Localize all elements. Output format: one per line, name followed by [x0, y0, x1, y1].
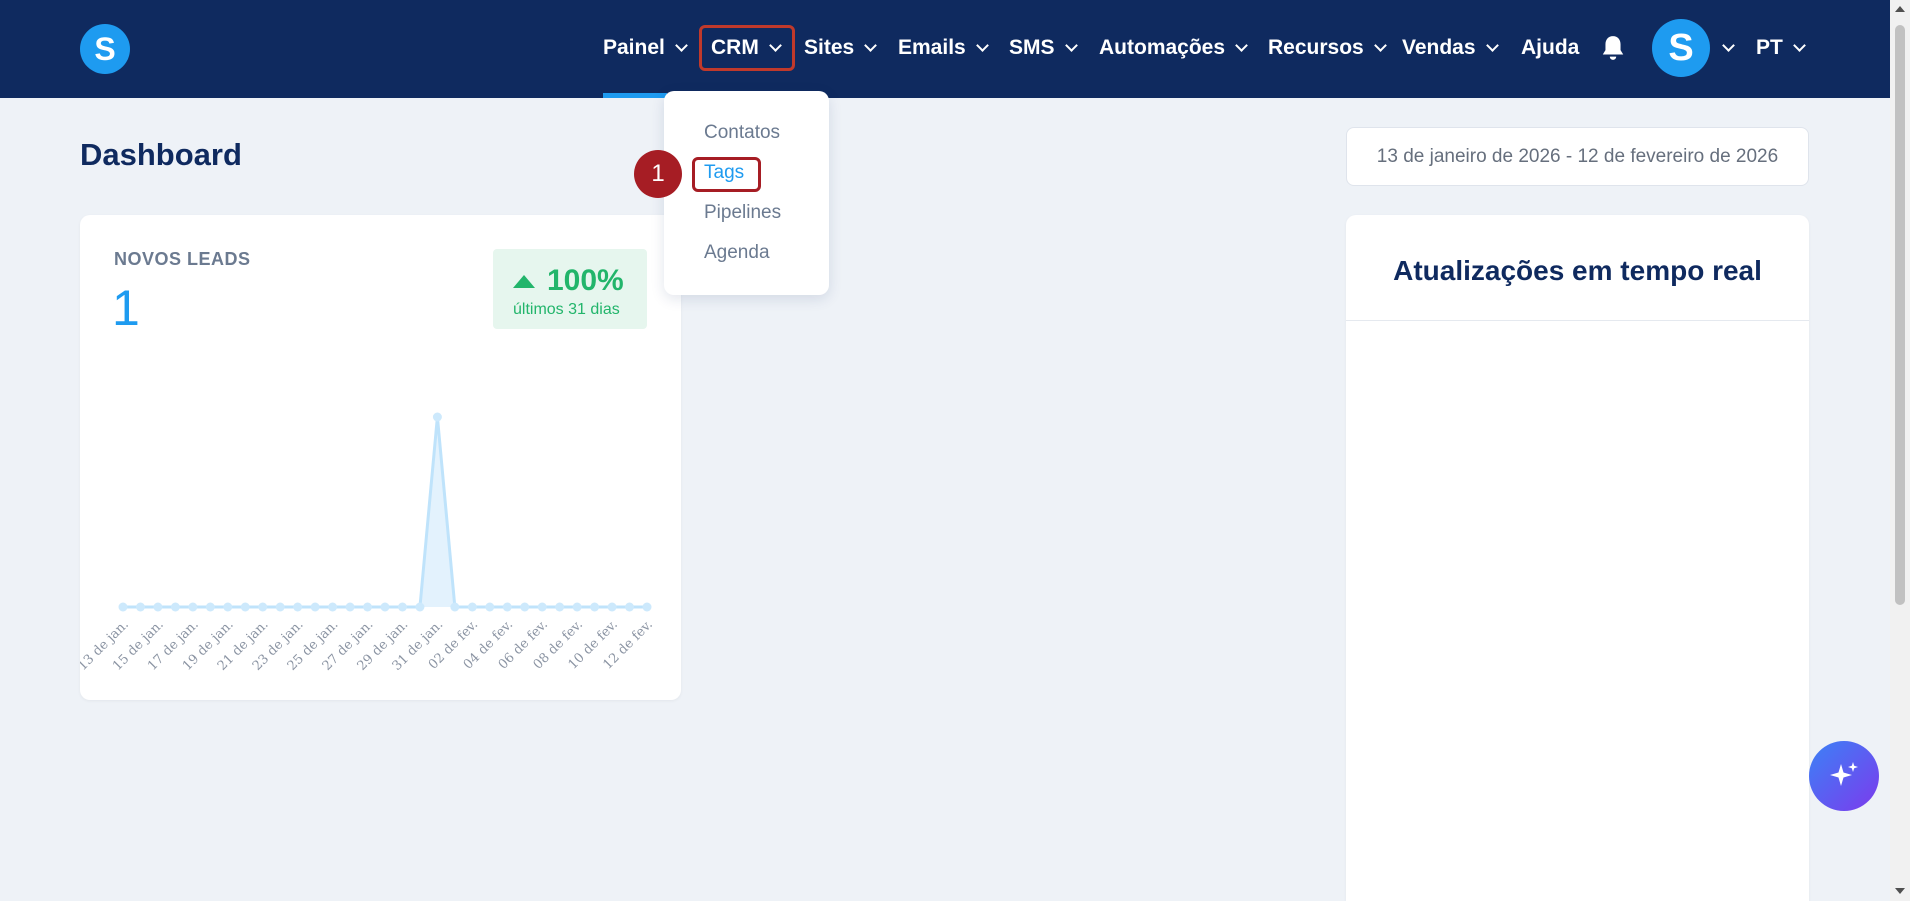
nav-item-label: SMS: [1009, 36, 1055, 59]
sparkle-icon: [1830, 762, 1858, 786]
chevron-down-icon: [1792, 38, 1806, 52]
menu-item-contatos[interactable]: Contatos: [704, 122, 780, 144]
active-nav-indicator: [603, 93, 667, 98]
date-range-picker[interactable]: 13 de janeiro de 2026 - 12 de fevereiro …: [1346, 127, 1809, 186]
chart-point[interactable]: [275, 602, 285, 612]
chart-point[interactable]: [328, 602, 338, 612]
nav-item-emails[interactable]: Emails: [898, 30, 989, 66]
avatar-letter: S: [1668, 26, 1694, 69]
chart-point[interactable]: [345, 602, 355, 612]
chevron-down-icon: [1373, 38, 1387, 52]
chart-point[interactable]: [450, 602, 460, 612]
chart-point[interactable]: [642, 602, 652, 612]
chart-point[interactable]: [170, 602, 180, 612]
chevron-down-icon: [1235, 38, 1248, 52]
tags-highlight-box: [692, 157, 761, 192]
new-leads-card: NOVOS LEADS 1 100% últimos 31 dias 13 de…: [80, 215, 681, 700]
chart-point[interactable]: [625, 602, 635, 612]
ai-assistant-button[interactable]: [1809, 741, 1879, 811]
chevron-down-icon: [975, 38, 989, 52]
main-nav: Painel CRM Sites Emails SMS Automações R…: [0, 0, 1890, 98]
chevron-down-icon: [1064, 38, 1078, 52]
chart-point[interactable]: [310, 602, 320, 612]
nav-item-sites[interactable]: Sites: [804, 30, 878, 66]
user-avatar[interactable]: S: [1652, 19, 1710, 77]
language-label: PT: [1756, 36, 1783, 59]
chart-point[interactable]: [572, 602, 582, 612]
scroll-down-arrow[interactable]: [1895, 888, 1905, 894]
menu-item-agenda[interactable]: Agenda: [704, 242, 770, 264]
chart-point[interactable]: [590, 602, 600, 612]
chart-point[interactable]: [258, 602, 268, 612]
chevron-down-icon: [1722, 38, 1735, 52]
page-title: Dashboard: [80, 137, 242, 172]
chart-point[interactable]: [188, 602, 198, 612]
chevron-down-icon: [864, 38, 878, 52]
chart-line: [123, 416, 647, 609]
divider: [1346, 320, 1809, 321]
chart-point[interactable]: [520, 602, 530, 612]
nav-item-label: Painel: [603, 36, 665, 59]
chart-point[interactable]: [555, 602, 565, 612]
date-range-text: 13 de janeiro de 2026 - 12 de fevereiro …: [1376, 145, 1779, 167]
chart-point[interactable]: [223, 602, 233, 612]
nav-item-label: Automações: [1099, 36, 1226, 59]
leads-chart: 13 de jan.15 de jan.17 de jan.19 de jan.…: [80, 412, 656, 674]
chart-point[interactable]: [607, 602, 617, 612]
chevron-down-icon: [1485, 38, 1499, 52]
nav-item-vendas[interactable]: Vendas: [1402, 30, 1499, 66]
realtime-title: Atualizações em tempo real: [1393, 255, 1762, 286]
chart-point[interactable]: [153, 602, 163, 612]
nav-item-recursos[interactable]: Recursos: [1268, 30, 1387, 66]
language-selector[interactable]: PT: [1756, 30, 1806, 66]
menu-item-pipelines[interactable]: Pipelines: [704, 202, 781, 224]
scrollbar-thumb[interactable]: [1895, 25, 1905, 605]
chart-point[interactable]: [380, 602, 390, 612]
nav-item-label: Ajuda: [1521, 36, 1580, 59]
chart-area: [123, 417, 647, 607]
nav-item-ajuda[interactable]: Ajuda: [1521, 30, 1579, 66]
chart-point[interactable]: [502, 602, 512, 612]
chart-point[interactable]: [537, 602, 547, 612]
chart-point[interactable]: [205, 602, 215, 612]
chart-point[interactable]: [397, 602, 407, 612]
chart-point[interactable]: [485, 602, 495, 612]
nav-item-label: Vendas: [1402, 36, 1476, 59]
step-number-badge: 1: [634, 150, 682, 198]
nav-item-sms[interactable]: SMS: [1009, 30, 1078, 66]
nav-item-label: Emails: [898, 36, 966, 59]
nav-item-label: Sites: [804, 36, 855, 59]
chart-point[interactable]: [363, 602, 373, 612]
crm-highlight-box: [699, 25, 795, 71]
chart-point[interactable]: [415, 602, 425, 612]
scroll-up-arrow[interactable]: [1895, 6, 1905, 12]
nav-item-label: Recursos: [1268, 36, 1364, 59]
bell-icon[interactable]: [1600, 34, 1626, 62]
chart-point[interactable]: [240, 602, 250, 612]
chart-point[interactable]: [135, 602, 145, 612]
page-scrollbar[interactable]: [1890, 0, 1910, 901]
nav-item-automacoes[interactable]: Automações: [1099, 30, 1248, 66]
chart-point[interactable]: [118, 602, 128, 612]
realtime-updates-card: Atualizações em tempo real: [1346, 215, 1809, 901]
chart-point[interactable]: [467, 602, 477, 612]
chevron-down-icon: [675, 38, 688, 52]
crm-dropdown-menu: Contatos Tags Pipelines Agenda: [664, 91, 829, 295]
chart-point[interactable]: [293, 602, 303, 612]
chart-point[interactable]: [432, 412, 442, 422]
nav-item-painel[interactable]: Painel: [603, 30, 688, 66]
user-menu-toggle[interactable]: [1712, 30, 1735, 66]
